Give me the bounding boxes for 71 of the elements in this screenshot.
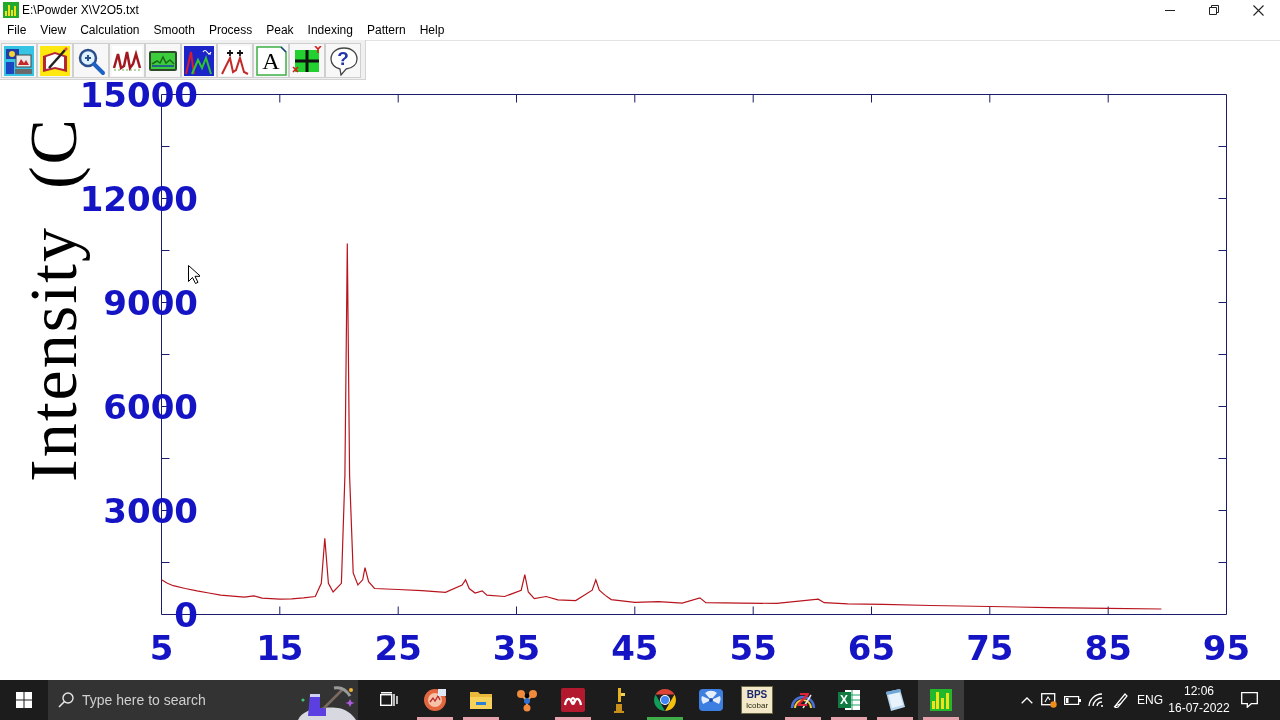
x-tick-label: 45 [611,628,659,668]
tile-logo-icon [561,688,585,712]
language-indicator[interactable]: ENG [1133,680,1167,720]
spreadsheet-icon [837,688,861,712]
toolbar-button[interactable] [181,43,217,78]
circle-logo-icon [653,688,677,712]
computer-icon [4,45,34,76]
search-icon [58,692,74,708]
x-tick-label: 15 [256,628,304,668]
pen-icon [1112,692,1129,708]
search-field[interactable]: Type here to search [48,680,358,720]
label-tile-icon [741,686,773,714]
notepad-icon [884,688,906,712]
menu-item[interactable]: Process [201,21,260,39]
menu-item[interactable]: View [33,21,74,39]
folder-icon [469,690,493,710]
taskbar-app-button[interactable] [918,680,964,720]
x-tick-label: 55 [729,628,777,668]
restore-icon [1209,5,1219,15]
peaks-icon [112,45,142,76]
taskbar-app-button[interactable]: X [826,680,872,720]
windows-logo-icon [16,692,32,708]
menu-item[interactable]: Help [412,21,452,39]
x-tick-label: 35 [492,628,541,668]
chart-app-icon [3,2,19,18]
menu-item[interactable]: Pattern [359,21,413,39]
x-tick-label: 95 [1202,628,1251,668]
microscope-icon [612,687,626,713]
chevron-up-icon [1021,696,1033,704]
menu-item[interactable]: Smooth [146,21,202,39]
menu-item[interactable]: Peak [259,21,301,39]
window-title: E:\Powder X\V2O5.txt [22,3,139,17]
toolbar-button[interactable] [289,43,325,78]
toolbar-button[interactable] [145,43,181,78]
x-tick-label: 85 [1084,628,1132,668]
toolbar-button[interactable] [109,43,145,78]
x-tick-label: 25 [374,628,422,668]
x-tick-label: 75 [966,628,1014,668]
wifi-icon [1088,693,1104,707]
chart-app-icon [930,689,952,711]
network-nodes-icon [515,688,539,712]
speech-bubble-icon [1240,692,1258,708]
mouse-pointer-icon [188,265,200,284]
toolbar-button[interactable] [73,43,109,78]
clock[interactable]: 12:06 16-07-2022 [1167,680,1231,720]
orb-icon [423,688,447,712]
speech-bubble-icon [329,46,359,76]
x-tick-label: 5 [149,628,174,668]
toolbar-button[interactable]: A [253,43,289,78]
close-icon [1252,4,1264,16]
task-view-icon [380,692,398,708]
toolbar-button[interactable]: ? [325,43,361,78]
boot-pickaxe-illustration [298,686,356,720]
taskbar-app-button[interactable]: BPS Icobar [734,680,780,720]
fan-tile-icon [699,689,723,711]
notebook-pencil-icon [40,45,70,76]
peak-markers-icon [220,45,250,76]
minimize-icon [1165,9,1175,11]
toolbar-button[interactable] [217,43,253,78]
screen-badge-icon [1041,692,1057,708]
y-tick-label: 15000 [79,80,198,115]
menu-item[interactable]: Indexing [300,21,360,39]
tile-peaks-icon [184,45,214,76]
battery-icon [1063,695,1081,705]
menu-item[interactable]: Calculation [73,21,147,39]
taskbar-app-button[interactable]: Z [780,680,826,720]
menu-item[interactable]: File [0,21,34,39]
toolbar-button[interactable] [1,43,37,78]
page-icon [256,46,287,76]
x-tick-label: 65 [847,628,896,668]
toolbar-button[interactable] [37,43,73,78]
